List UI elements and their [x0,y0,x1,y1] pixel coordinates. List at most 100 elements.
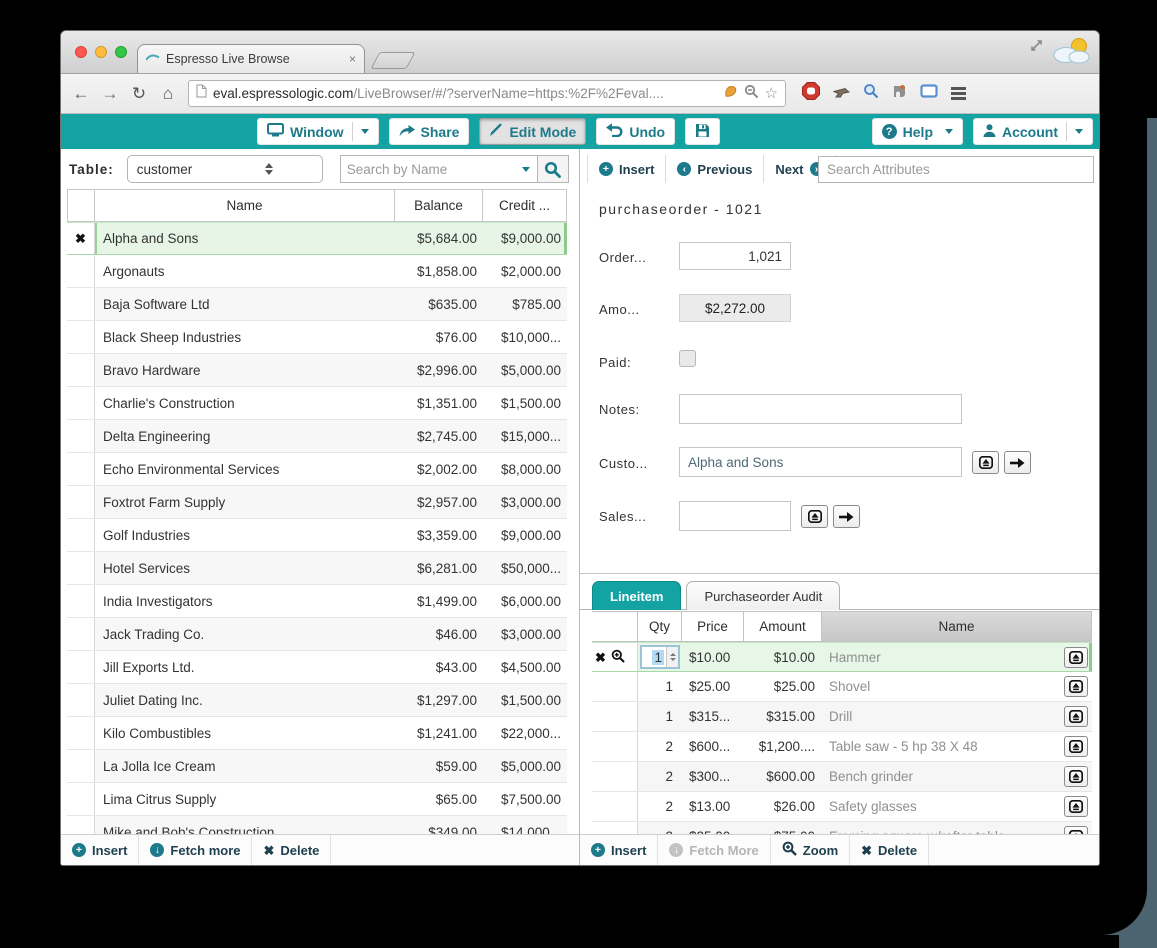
column-header-name[interactable]: Name [95,190,395,221]
delete-row-icon[interactable]: ✖ [595,651,606,664]
column-header-name[interactable]: Name [822,612,1092,641]
insert-lineitem-button[interactable]: +Insert [580,835,658,865]
save-button[interactable] [685,118,720,145]
lineitem-row[interactable]: 2$600...$1,200....Table saw - 5 hp 38 X … [592,732,1092,762]
customer-row[interactable]: Jack Trading Co.$46.00$3,000.00 [67,618,567,651]
elephant-extension-icon[interactable] [892,84,907,104]
customer-row[interactable]: Delta Engineering$2,745.00$15,000... [67,420,567,453]
minimize-window-button[interactable] [95,46,107,58]
lineitem-lookup-button[interactable] [1064,796,1088,817]
tab-close-icon[interactable]: × [349,53,356,65]
customer-row[interactable]: Bravo Hardware$2,996.00$5,000.00 [67,354,567,387]
delete-row-icon[interactable]: ✖ [75,232,86,245]
customer-row[interactable]: Hotel Services$6,281.00$50,000... [67,552,567,585]
lineitem-lookup-button[interactable] [1064,676,1088,697]
window-button[interactable]: Window [257,118,379,145]
lineitem-lookup-button[interactable] [1064,766,1088,787]
lineitem-row[interactable]: 1$25.00$25.00Shovel [592,672,1092,702]
notes-input[interactable] [679,394,962,424]
customer-row[interactable]: ✖Alpha and Sons$5,684.00$9,000.00 [67,222,567,255]
edit-mode-button[interactable]: Edit Mode [479,118,586,145]
customer-row[interactable]: Lima Citrus Supply$65.00$7,500.00 [67,783,567,816]
help-button[interactable]: ? Help [872,118,963,145]
browser-tab[interactable]: Espresso Live Browse × [137,44,365,73]
home-icon[interactable]: ⌂ [157,85,179,102]
customer-goto-button[interactable] [1004,451,1031,474]
paid-checkbox[interactable] [679,350,696,367]
column-header-balance[interactable]: Balance [395,190,483,221]
insert-customer-button[interactable]: +Insert [61,835,139,865]
customer-row[interactable]: Black Sheep Industries$76.00$10,000... [67,321,567,354]
zoom-out-icon[interactable] [744,84,759,104]
fetch-more-lineitems-button[interactable]: ↓Fetch More [658,835,770,865]
lineitem-row[interactable]: 2$300...$600.00Bench grinder [592,762,1092,792]
account-dropdown-caret[interactable] [1066,122,1083,141]
customer-row[interactable]: Baja Software Ltd$635.00$785.00 [67,288,567,321]
url-bar[interactable]: eval.espressologic.com/LiveBrowser/#/?se… [188,80,786,107]
customer-row[interactable]: Foxtrot Farm Supply$2,957.00$3,000.00 [67,486,567,519]
customer-row[interactable]: India Investigators$1,499.00$6,000.00 [67,585,567,618]
sales-lookup-button[interactable] [801,505,828,528]
bookmark-star-icon[interactable]: ☆ [765,86,778,101]
column-header-qty[interactable]: Qty [638,612,682,641]
tab-lineitem[interactable]: Lineitem [592,581,681,610]
share-button[interactable]: Share [389,118,470,145]
customer-row[interactable]: Charlie's Construction$1,351.00$1,500.00 [67,387,567,420]
lineitem-row[interactable]: 2$13.00$26.00Safety glasses [592,792,1092,822]
lineitem-lookup-button[interactable] [1064,706,1088,727]
search-attributes-input[interactable] [818,156,1094,183]
search-extension-icon[interactable] [863,83,879,104]
spinner-arrows-icon[interactable] [666,647,678,667]
column-header-credit[interactable]: Credit ... [483,190,567,221]
customer-row[interactable]: Jill Exports Ltd.$43.00$4,500.00 [67,651,567,684]
customer-row[interactable]: Argonauts$1,858.00$2,000.00 [67,255,567,288]
frame-extension-icon[interactable] [920,84,938,103]
customer-row[interactable]: Golf Industries$3,359.00$9,000.00 [67,519,567,552]
customer-row[interactable]: Kilo Combustibles$1,241.00$22,000... [67,717,567,750]
menu-icon[interactable] [951,87,966,100]
zoom-row-icon[interactable] [611,649,625,666]
help-dropdown-caret[interactable] [941,122,953,141]
customer-lookup-button[interactable] [972,451,999,474]
close-window-button[interactable] [75,46,87,58]
customer-row[interactable]: Mike and Bob's Construction$349.00$14,00… [67,816,567,835]
customer-row[interactable]: Echo Environmental Services$2,002.00$8,0… [67,453,567,486]
lineitem-lookup-button[interactable] [1064,647,1088,668]
reload-icon[interactable]: ↻ [128,85,150,102]
customer-name-input[interactable] [679,447,962,477]
browser-titlebar[interactable]: Espresso Live Browse × [61,31,1099,74]
forward-icon[interactable]: → [99,85,121,102]
stop-extension-icon[interactable] [802,82,820,105]
previous-button[interactable]: ‹Previous [666,155,764,183]
insert-order-button[interactable]: +Insert [587,155,666,183]
tab-purchaseorder-audit[interactable]: Purchaseorder Audit [686,581,840,610]
search-by-name-input[interactable] [340,155,515,183]
customer-row[interactable]: La Jolla Ice Cream$59.00$5,000.00 [67,750,567,783]
customer-row[interactable]: Juliet Dating Inc.$1,297.00$1,500.00 [67,684,567,717]
lineitem-lookup-button[interactable] [1064,736,1088,757]
delete-lineitem-button[interactable]: ✖Delete [850,835,929,865]
tool-extension-icon[interactable] [833,85,850,103]
undo-button[interactable]: Undo [596,118,675,145]
zoom-lineitem-button[interactable]: Zoom [771,835,850,865]
zoom-window-button[interactable] [115,46,127,58]
search-dropdown-caret[interactable] [515,155,537,183]
delete-customer-button[interactable]: ✖Delete [252,835,331,865]
table-select[interactable]: customer [127,155,323,183]
sales-goto-button[interactable] [833,505,860,528]
fetch-more-button[interactable]: ↓Fetch more [139,835,252,865]
theme-paw-icon[interactable] [724,84,738,103]
account-button[interactable]: Account [973,118,1093,145]
column-header-price[interactable]: Price [682,612,744,641]
back-icon[interactable]: ← [70,85,92,102]
sales-rep-input[interactable] [679,501,791,531]
new-tab-button[interactable] [370,52,415,69]
expand-icon[interactable] [1030,39,1043,57]
lineitem-row[interactable]: 1$315...$315.00Drill [592,702,1092,732]
lineitem-row[interactable]: ✖1$10.00$10.00Hammer [592,642,1092,672]
search-button[interactable] [537,155,569,183]
qty-spinner[interactable]: 1 [640,645,680,669]
window-dropdown-caret[interactable] [352,122,369,141]
column-header-amount[interactable]: Amount [744,612,822,641]
order-number-input[interactable] [679,242,791,270]
